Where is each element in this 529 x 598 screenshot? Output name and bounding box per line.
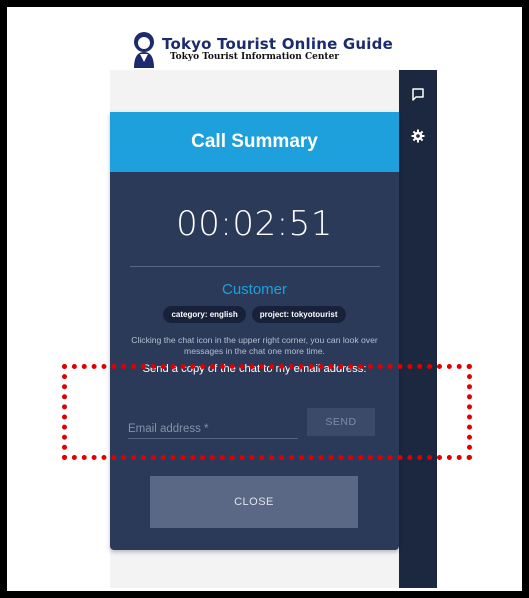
close-button[interactable]: CLOSE [150, 476, 358, 528]
guide-mascot-icon [134, 32, 154, 68]
right-rail [399, 70, 437, 588]
tag-chip: project: tokyotourist [251, 306, 346, 323]
card-header: Call Summary [110, 112, 399, 172]
email-row: SEND [128, 408, 380, 442]
divider [129, 266, 380, 267]
tag-list: category: english project: tokyotourist [110, 306, 399, 323]
call-summary-card: Call Summary 00:02:51 Customer category:… [110, 112, 399, 550]
send-copy-label: Send a copy of the chat to my email addr… [142, 363, 367, 375]
info-text: Clicking the chat icon in the upper righ… [131, 335, 378, 356]
gear-icon[interactable] [410, 128, 426, 144]
customer-label: Customer [221, 281, 288, 298]
logo-subtitle: Tokyo Tourist Information Center [170, 51, 340, 62]
call-timer: 00:02:51 [176, 204, 333, 244]
logo: Tokyo Tourist Online Guide Tokyo Tourist… [130, 30, 393, 68]
logo-title: Tokyo Tourist Online Guide [162, 34, 393, 53]
tag-chip: category: english [163, 306, 246, 323]
chat-icon[interactable] [410, 86, 426, 102]
send-button[interactable]: SEND [307, 408, 375, 436]
card-title: Call Summary [191, 131, 318, 152]
email-input[interactable] [128, 420, 298, 439]
